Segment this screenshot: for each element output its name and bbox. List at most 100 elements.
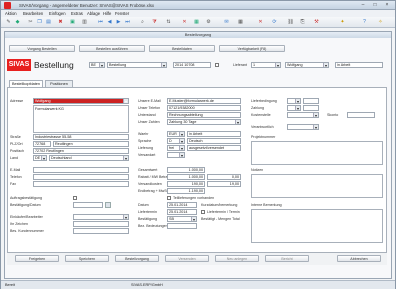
postfach-field[interactable]: 72702 Reutlingen bbox=[33, 148, 129, 154]
versenden-button[interactable]: Versenden bbox=[165, 255, 209, 262]
interne-bemerkung-area[interactable] bbox=[251, 209, 383, 243]
close-record-icon[interactable]: ✕ bbox=[257, 19, 264, 26]
versandkosten-percent-field[interactable]: 19,00 bbox=[207, 181, 241, 187]
paste-icon[interactable]: ▤ bbox=[45, 19, 52, 26]
unser-telefon-field[interactable]: 07121/9382000 bbox=[167, 105, 241, 111]
first-record-icon[interactable]: ⏮ bbox=[97, 19, 104, 26]
info-icon[interactable]: ✦ bbox=[339, 19, 346, 26]
print-icon[interactable]: ▥ bbox=[81, 19, 88, 26]
minimize-icon[interactable]: – bbox=[357, 2, 369, 9]
vorgang-bestellen-button[interactable]: Vorgang Bestellen bbox=[9, 45, 75, 52]
tab-bestellkopfdaten[interactable]: Bestellkopfdaten bbox=[9, 80, 43, 87]
menu-item-einfuegen[interactable]: Einfügen bbox=[49, 11, 66, 16]
settings-icon[interactable]: ⚙ bbox=[205, 19, 212, 26]
address-box[interactable]: Formularwerk KG bbox=[33, 105, 129, 133]
menu-item-ablage[interactable]: Ablage bbox=[87, 11, 100, 16]
strasse-field[interactable]: Industriestrasse 55-58 bbox=[33, 134, 129, 140]
tab-positionen[interactable]: Positionen bbox=[45, 80, 73, 87]
rabatt-percent-field[interactable]: 0,00 bbox=[207, 174, 241, 180]
lieferant-number-field[interactable]: 1 bbox=[251, 62, 281, 68]
unsere-email-field[interactable]: E.Muster@formularwerk.de bbox=[167, 98, 241, 104]
menu-item-fenster[interactable]: Fenster bbox=[115, 11, 129, 16]
email-field[interactable] bbox=[33, 167, 129, 173]
lieferbedingung-code-select[interactable] bbox=[287, 98, 301, 104]
tools-icon[interactable]: ⚒ bbox=[313, 19, 320, 26]
previous-record-icon[interactable]: ◀ bbox=[106, 19, 113, 26]
document-flag-checkbox[interactable] bbox=[215, 63, 219, 67]
zahlung-field[interactable] bbox=[303, 105, 319, 111]
zahlung-code-select[interactable] bbox=[287, 105, 301, 111]
lieferant-name-field[interactable]: Wolfgang bbox=[285, 62, 329, 68]
menu-item-extras[interactable]: Extras bbox=[71, 11, 83, 16]
rabatt-field[interactable]: 1.000,00 bbox=[167, 174, 205, 180]
ort-field[interactable]: Reutlingen bbox=[53, 141, 129, 147]
menu-item-bearbeiten[interactable]: Bearbeiten bbox=[23, 11, 43, 16]
document-type-code[interactable]: BE bbox=[89, 62, 105, 68]
unterstand-field[interactable]: Rechnungsabteilung bbox=[167, 112, 241, 118]
plz-field[interactable]: 72768 bbox=[33, 141, 51, 147]
kostenstelle-select[interactable] bbox=[287, 112, 319, 118]
datum-field[interactable]: 25.01.2014 bbox=[167, 202, 197, 208]
filter-icon[interactable]: ⧩ bbox=[151, 19, 158, 26]
close-icon[interactable]: × bbox=[381, 2, 393, 9]
bestaetigung-select[interactable]: SB bbox=[167, 216, 197, 222]
lieferung-code-select[interactable]: frei bbox=[167, 145, 185, 151]
auftragsbestaetigung-checkbox[interactable] bbox=[73, 196, 77, 200]
verfuegbarkeit-button[interactable]: Verfügbarkeit (F8) bbox=[219, 45, 285, 52]
land-select[interactable]: Deutschland bbox=[49, 155, 129, 161]
report-icon[interactable]: ▦ bbox=[193, 19, 200, 26]
bez-field[interactable] bbox=[167, 223, 197, 229]
favorite-icon[interactable]: ✧ bbox=[377, 19, 384, 26]
notizen-area[interactable] bbox=[251, 174, 383, 198]
versandart-select[interactable] bbox=[167, 152, 185, 158]
document-type-select[interactable]: Bestellung bbox=[107, 62, 167, 68]
skonto-field[interactable] bbox=[347, 112, 375, 118]
kundennummer-field[interactable] bbox=[73, 228, 129, 234]
open-icon[interactable]: ◆ bbox=[14, 19, 21, 26]
speichern-button[interactable]: Speichern bbox=[65, 255, 109, 262]
waehrung-select[interactable]: EUR bbox=[167, 131, 185, 137]
next-record-icon[interactable]: ▶ bbox=[115, 19, 122, 26]
attach-icon[interactable]: ⎘ bbox=[299, 19, 306, 26]
lieferbedingung-field[interactable] bbox=[303, 98, 319, 104]
bestellen-ausfuehren-button[interactable]: Bestellen ausführen bbox=[79, 45, 145, 52]
delete-icon[interactable]: ✖ bbox=[57, 19, 64, 26]
mail-icon[interactable]: ✉ bbox=[223, 19, 230, 26]
last-record-icon[interactable]: ⏭ bbox=[124, 19, 131, 26]
bestellvorgang-button[interactable]: Bestellvorgang bbox=[115, 255, 159, 262]
adresse-select[interactable]: Wolfgang bbox=[33, 98, 129, 104]
cut-icon[interactable]: ✂ bbox=[27, 19, 34, 26]
new-icon[interactable]: ✎ bbox=[5, 19, 12, 26]
freigeben-button[interactable]: Freigeben bbox=[15, 255, 59, 262]
menu-item-aktion[interactable]: Aktion bbox=[5, 11, 17, 16]
telefon-field[interactable] bbox=[33, 174, 129, 180]
liefertermin-checkbox[interactable] bbox=[201, 210, 205, 214]
bestelldaten-button[interactable]: Bestelldaten bbox=[149, 45, 215, 52]
einkaeufer-select[interactable] bbox=[73, 214, 129, 220]
copy-icon[interactable]: ❐ bbox=[36, 19, 43, 26]
sort-icon[interactable]: ⇅ bbox=[165, 19, 172, 26]
cancel-icon[interactable]: ✕ bbox=[181, 19, 188, 26]
calendar-icon[interactable] bbox=[105, 202, 111, 208]
link-icon[interactable]: ⛓ bbox=[287, 19, 294, 26]
menu-item-hilfe[interactable]: Hilfe bbox=[103, 11, 111, 16]
document-number[interactable]: 2014 10708 bbox=[173, 62, 211, 68]
bestaetigung-datum-field[interactable] bbox=[73, 202, 103, 208]
unser-zahlen-select[interactable]: Zahlung 30 Tage bbox=[167, 119, 241, 125]
calendar-icon[interactable]: ▦ bbox=[237, 19, 244, 26]
projektnummer-area[interactable] bbox=[251, 141, 383, 165]
fax-field[interactable] bbox=[33, 181, 129, 187]
teillieferungen-checkbox[interactable] bbox=[167, 196, 171, 200]
refresh-icon[interactable]: ⟳ bbox=[271, 19, 278, 26]
bericht-button[interactable]: Bericht bbox=[265, 255, 309, 262]
sprache-code-select[interactable]: D bbox=[167, 138, 185, 144]
liefertermin-field[interactable]: 25.01.2014 bbox=[167, 209, 197, 215]
ihr-zeichen-field[interactable] bbox=[73, 221, 129, 227]
abbrechen-button[interactable]: Abbrechen bbox=[337, 255, 381, 262]
save-icon[interactable]: ▣ bbox=[69, 19, 76, 26]
neu-anlegen-button[interactable]: Neu anlegen bbox=[215, 255, 259, 262]
verantwortlich-select[interactable] bbox=[287, 124, 319, 130]
maximize-icon[interactable]: □ bbox=[369, 2, 381, 9]
versandkosten-field[interactable]: 190,00 bbox=[167, 181, 205, 187]
search-icon[interactable]: ⌕ bbox=[139, 19, 146, 26]
